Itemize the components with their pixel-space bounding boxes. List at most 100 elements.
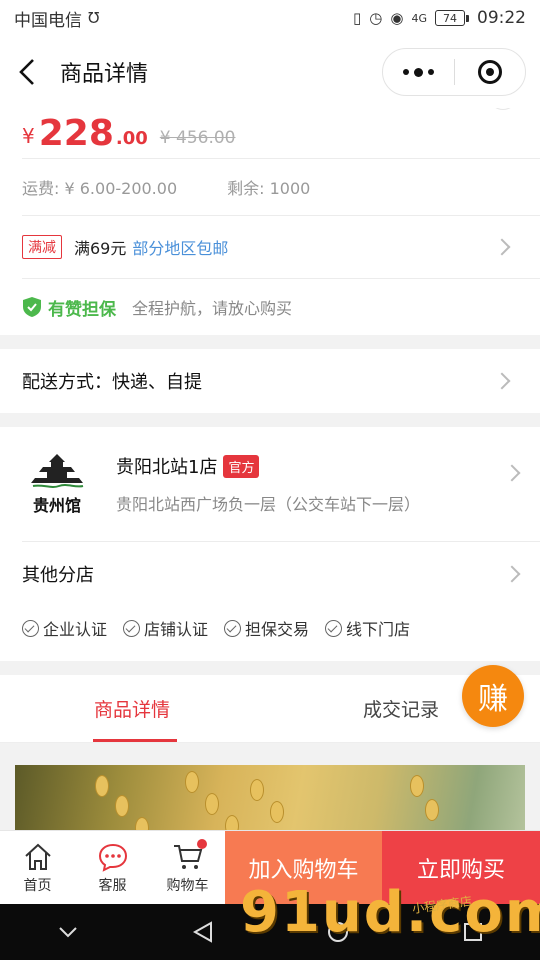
- cert-label: 担保交易: [245, 620, 310, 639]
- check-circle-icon: [224, 619, 242, 637]
- promo-tag: 满减: [22, 235, 62, 259]
- guarantee-row: 有赞担保 全程护航，请放心购买: [0, 279, 540, 335]
- home-button[interactable]: 首页: [0, 831, 75, 904]
- check-circle-icon: [325, 619, 343, 637]
- check-circle-icon: [123, 619, 141, 637]
- delivery-row[interactable]: 配送方式：快递、自提: [0, 349, 540, 413]
- target-icon: [477, 60, 502, 84]
- price-card: ¥ 228 .00 ¥ 456.00 运费: ¥ 6.00-200.00 剩余:…: [0, 108, 540, 335]
- store-name-line: 贵阳北站1店 官方: [116, 453, 518, 479]
- vibrate-icon: ▯: [353, 9, 362, 27]
- network-icon: 4G: [411, 11, 427, 25]
- promo-text: 满69元: [74, 239, 127, 258]
- nfc-icon: Ʊ: [88, 9, 100, 27]
- earn-button[interactable]: 赚: [462, 665, 524, 727]
- shield-icon: [23, 297, 41, 317]
- section-gap: [0, 335, 540, 349]
- more-button[interactable]: [383, 49, 454, 95]
- price-row: ¥ 228 .00 ¥ 456.00: [0, 108, 540, 158]
- store-row[interactable]: 贵州馆 贵阳北站1店 官方 贵阳北站西广场负一层（公交车站下一层）: [0, 427, 540, 541]
- stock-remaining: 剩余: 1000: [227, 179, 311, 198]
- rice-grain: [205, 793, 219, 815]
- active-tab-indicator: [93, 739, 177, 742]
- chevron-right-icon: [493, 238, 511, 256]
- cart-label: 购物车: [166, 877, 209, 894]
- price-integer: 228: [38, 113, 114, 154]
- product-image: [15, 765, 525, 830]
- back-button[interactable]: [0, 36, 56, 108]
- rice-grain: [410, 775, 424, 797]
- clock: 09:22: [477, 8, 526, 28]
- cert-item: 企业认证: [22, 616, 107, 640]
- eye-icon: ◉: [390, 9, 404, 27]
- chevron-right-icon: [503, 565, 521, 582]
- more-dot: [403, 69, 409, 75]
- chevron-down-icon: [58, 927, 77, 938]
- battery-cap: [466, 14, 469, 22]
- rice-grain: [225, 815, 239, 830]
- cart-button[interactable]: 购物车: [150, 831, 225, 904]
- official-badge: 官方: [223, 454, 260, 478]
- miniprogram-capsule: [382, 48, 526, 96]
- pagoda-icon: [31, 454, 84, 488]
- alarm-icon: ◷: [369, 9, 383, 27]
- tab-product-details[interactable]: 商品详情: [94, 695, 170, 722]
- status-bar: 中国电信 Ʊ ▯ ◷ ◉ 4G 74 09:22: [0, 0, 540, 36]
- price-currency: ¥: [22, 124, 35, 148]
- close-miniprogram-button[interactable]: [455, 49, 525, 95]
- home-label: 首页: [23, 877, 52, 894]
- customer-service-button[interactable]: 客服: [75, 831, 150, 904]
- guarantee-title: 有赞担保: [48, 299, 116, 320]
- cert-label: 线下门店: [346, 620, 411, 639]
- promo-link[interactable]: 部分地区包邮: [132, 235, 228, 259]
- store-logo-text: 贵州馆: [32, 496, 81, 515]
- rice-grain: [95, 775, 109, 797]
- tab-transaction-records[interactable]: 成交记录: [363, 695, 439, 722]
- chevron-right-icon: [493, 372, 511, 390]
- original-price: ¥ 456.00: [159, 128, 236, 148]
- rice-grain: [250, 779, 264, 801]
- rice-grain: [185, 771, 199, 793]
- section-gap: [0, 413, 540, 427]
- promo-row[interactable]: 满减 满69元 部分地区包邮: [22, 215, 540, 279]
- more-dot: [428, 69, 434, 75]
- home-icon: [24, 843, 51, 870]
- check-circle-icon: [22, 619, 39, 637]
- rice-grain: [135, 817, 149, 830]
- triangle-back-icon: [192, 921, 212, 943]
- store-address: 贵阳北站西广场负一层（公交车站下一层）: [116, 495, 421, 514]
- section-gap: [0, 661, 540, 675]
- page-content[interactable]: ¥ 228 .00 ¥ 456.00 运费: ¥ 6.00-200.00 剩余:…: [0, 108, 540, 830]
- other-branches-label: 其他分店: [22, 564, 94, 586]
- nav-back-button[interactable]: [188, 917, 218, 947]
- store-name: 贵阳北站1店: [116, 457, 218, 478]
- price-decimal: .00: [115, 128, 148, 149]
- store-card: 贵州馆 贵阳北站1店 官方 贵阳北站西广场负一层（公交车站下一层） 其他分店 企…: [0, 427, 540, 661]
- nav-hide-button[interactable]: [53, 917, 83, 947]
- service-label: 客服: [98, 877, 127, 894]
- scroll-peek: [488, 108, 518, 110]
- carrier-label: 中国电信: [14, 10, 82, 31]
- nav-bar: 商品详情: [0, 36, 540, 108]
- back-arrow-icon: [19, 59, 34, 85]
- page-title: 商品详情: [60, 62, 149, 87]
- meta-row: 运费: ¥ 6.00-200.00 剩余: 1000: [0, 159, 540, 215]
- other-branches-row[interactable]: 其他分店: [22, 541, 540, 605]
- rice-grain: [425, 799, 439, 821]
- cert-item: 店铺认证: [123, 616, 208, 640]
- battery-icon: 74: [435, 10, 465, 26]
- cert-item: 线下门店: [325, 616, 410, 640]
- chat-icon: [98, 843, 127, 872]
- shipping-fee: 运费: ¥ 6.00-200.00: [22, 179, 178, 198]
- cert-list: 企业认证 店铺认证 担保交易 线下门店: [0, 605, 540, 651]
- more-dot: [414, 67, 423, 77]
- cert-label: 店铺认证: [144, 620, 209, 639]
- watermark-logo: 91ud.com: [240, 880, 540, 945]
- guarantee-text: 全程护航，请放心购买: [132, 299, 293, 318]
- cert-item: 担保交易: [224, 616, 309, 640]
- detail-tabs: 商品详情 成交记录 赚: [0, 665, 540, 743]
- rice-grain: [115, 795, 129, 817]
- store-info: 贵阳北站1店 官方 贵阳北站西广场负一层（公交车站下一层）: [116, 453, 518, 515]
- cart-badge-dot: [197, 839, 207, 849]
